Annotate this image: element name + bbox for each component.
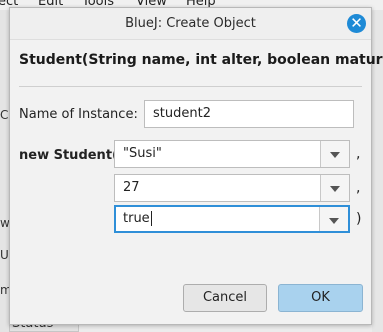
param-close-paren: ) — [356, 211, 362, 227]
chevron-down-icon — [330, 186, 340, 192]
param-separator: , — [356, 146, 361, 162]
background-fragment: C — [0, 108, 9, 122]
dropdown-button[interactable] — [319, 207, 348, 231]
param-matura-value: true — [123, 207, 152, 231]
param-alter-combo[interactable]: 27 — [114, 174, 350, 202]
instance-name-label: Name of Instance: — [19, 107, 138, 122]
dropdown-button[interactable] — [320, 141, 349, 167]
instance-name-field[interactable]: student2 — [144, 100, 354, 128]
constructor-label: new Student( — [19, 148, 118, 163]
ok-button[interactable]: OK — [278, 284, 363, 312]
cancel-button[interactable]: Cancel — [183, 284, 267, 312]
param-matura-text: true — [123, 211, 150, 226]
chevron-down-icon — [329, 218, 339, 224]
close-icon[interactable]: ✕ — [347, 14, 366, 33]
dialog-title: BlueJ: Create Object — [125, 16, 256, 31]
param-name-combo[interactable]: "Susi" — [114, 140, 350, 168]
param-matura-combo[interactable]: true — [114, 205, 350, 233]
dialog-titlebar[interactable]: BlueJ: Create Object ✕ — [10, 8, 371, 40]
param-separator: , — [356, 180, 361, 196]
constructor-signature: Student(String name, int alter, boolean … — [19, 52, 383, 68]
text-caret — [150, 211, 152, 226]
chevron-down-icon — [330, 152, 340, 158]
divider — [19, 86, 362, 87]
dropdown-button[interactable] — [320, 175, 349, 201]
param-alter-value: 27 — [123, 180, 140, 195]
create-object-dialog: BlueJ: Create Object ✕ Student(String na… — [9, 7, 383, 325]
param-name-value: "Susi" — [123, 146, 162, 161]
background-fragment: U — [0, 248, 9, 262]
